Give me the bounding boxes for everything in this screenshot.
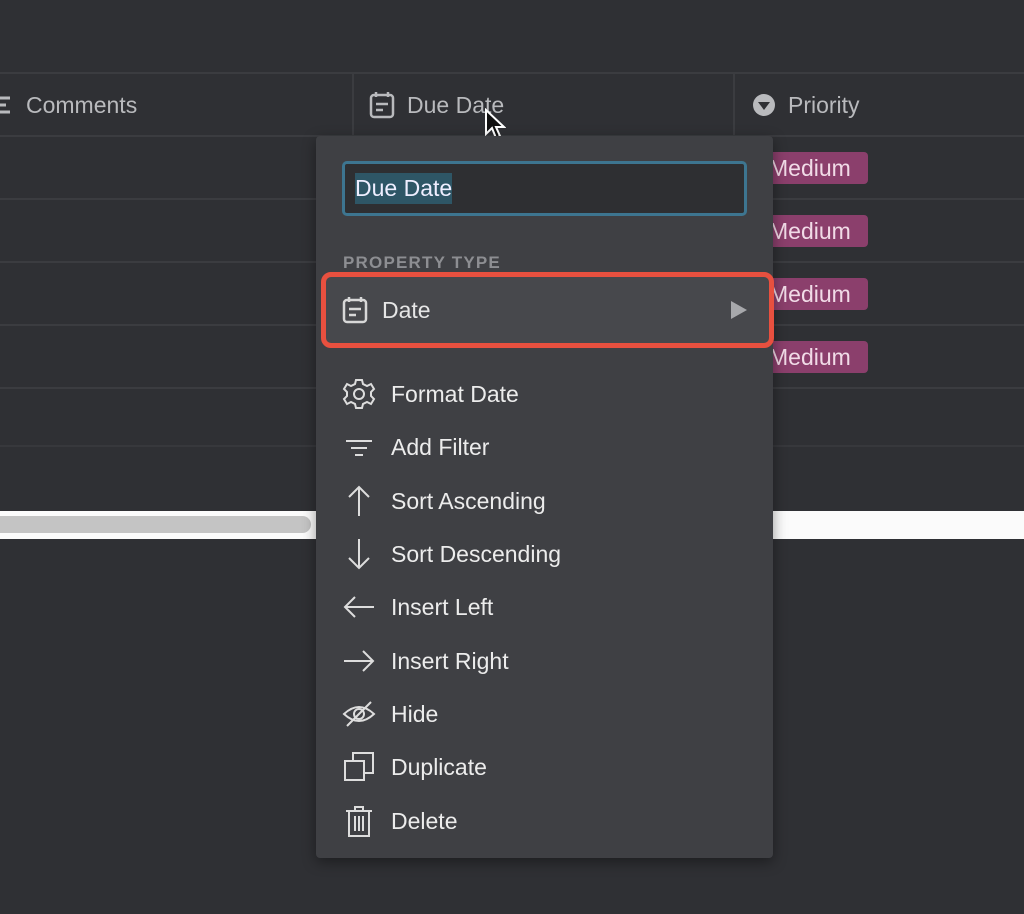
arrow-down-icon — [348, 539, 370, 570]
menu-item-label: Insert Right — [391, 647, 509, 674]
arrow-up-icon — [348, 485, 370, 516]
property-name-value: Due Date — [355, 173, 453, 204]
priority-badge[interactable]: Medium — [765, 341, 868, 373]
column-label: Priority — [788, 91, 860, 118]
arrow-right-icon — [344, 650, 375, 672]
column-divider — [733, 73, 735, 136]
trash-icon — [346, 806, 372, 837]
menu-item-add-filter[interactable]: Add Filter — [342, 427, 489, 467]
menu-item-label: Hide — [391, 700, 439, 727]
menu-item-label: Add Filter — [391, 433, 490, 460]
column-header-priority[interactable]: Priority — [752, 88, 860, 122]
menu-item-label: Delete — [391, 807, 458, 834]
property-menu: Due Date PROPERTY TYPE Date Format Date … — [316, 136, 774, 858]
menu-item-label: Insert Left — [391, 593, 494, 620]
menu-item-insert-right[interactable]: Insert Right — [342, 641, 509, 681]
property-type-selector[interactable]: Date — [321, 272, 774, 348]
column-label: Comments — [26, 91, 138, 118]
text-lines-icon — [0, 96, 10, 114]
menu-item-insert-left[interactable]: Insert Left — [342, 587, 493, 627]
filter-icon — [346, 440, 372, 456]
priority-badge[interactable]: Medium — [765, 215, 868, 247]
calendar-icon — [369, 92, 395, 119]
priority-badge[interactable]: Medium — [765, 152, 868, 184]
duplicate-icon — [344, 752, 374, 781]
menu-item-duplicate[interactable]: Duplicate — [342, 747, 487, 787]
property-type-label: Date — [382, 296, 431, 323]
menu-item-delete[interactable]: Delete — [342, 801, 457, 841]
section-label: PROPERTY TYPE — [343, 253, 501, 272]
scrollbar-thumb[interactable] — [0, 516, 311, 533]
column-divider — [352, 73, 354, 136]
menu-item-label: Sort Descending — [391, 540, 562, 567]
menu-item-sort-ascending[interactable]: Sort Ascending — [342, 481, 546, 521]
gear-icon — [342, 379, 376, 409]
menu-item-label: Duplicate — [391, 753, 487, 780]
calendar-icon — [342, 297, 368, 324]
arrow-left-icon — [343, 596, 374, 618]
column-header-comments[interactable]: Comments — [0, 88, 137, 122]
eye-off-icon — [342, 701, 376, 727]
menu-item-hide[interactable]: Hide — [342, 694, 438, 734]
menu-item-label: Format Date — [391, 380, 519, 407]
property-name-input[interactable]: Due Date — [342, 161, 747, 216]
priority-badge[interactable]: Medium — [765, 278, 868, 310]
submenu-arrow-icon — [731, 301, 747, 319]
select-dropdown-icon — [753, 94, 775, 116]
header-top-border — [0, 72, 1024, 74]
menu-item-label: Sort Ascending — [391, 487, 546, 514]
menu-item-format-date[interactable]: Format Date — [342, 374, 519, 414]
menu-item-sort-descending[interactable]: Sort Descending — [342, 534, 561, 574]
